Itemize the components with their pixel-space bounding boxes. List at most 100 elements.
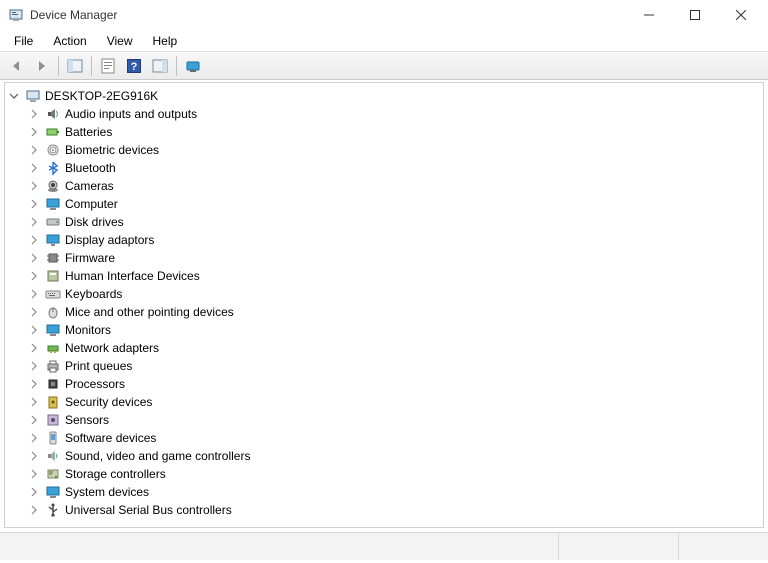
mouse-icon (45, 304, 61, 320)
chevron-right-icon[interactable] (29, 289, 39, 299)
chevron-right-icon[interactable] (29, 451, 39, 461)
tree-category-label: Audio inputs and outputs (65, 107, 197, 121)
tree-category-label: Disk drives (65, 215, 124, 229)
tree-category-label: Security devices (65, 395, 152, 409)
tree-category[interactable]: Network adapters (9, 339, 763, 357)
tree-category-label: Processors (65, 377, 125, 391)
tree-category-label: Bluetooth (65, 161, 116, 175)
tree-category-label: Batteries (65, 125, 112, 139)
tree-category[interactable]: Print queues (9, 357, 763, 375)
software-icon (45, 430, 61, 446)
tree-category[interactable]: Biometric devices (9, 141, 763, 159)
tree-category-label: Mice and other pointing devices (65, 305, 234, 319)
tree-category-label: Computer (65, 197, 118, 211)
tree-category[interactable]: Storage controllers (9, 465, 763, 483)
tree-category[interactable]: Monitors (9, 321, 763, 339)
menu-action[interactable]: Action (43, 32, 96, 50)
tree-category-label: Software devices (65, 431, 156, 445)
chevron-right-icon[interactable] (29, 487, 39, 497)
tree-category[interactable]: Disk drives (9, 213, 763, 231)
close-button[interactable] (718, 0, 764, 30)
tree-category[interactable]: Audio inputs and outputs (9, 105, 763, 123)
tree-category[interactable]: Universal Serial Bus controllers (9, 501, 763, 519)
properties-button[interactable] (96, 54, 120, 78)
chevron-right-icon[interactable] (29, 127, 39, 137)
tree-category[interactable]: Display adaptors (9, 231, 763, 249)
sound-icon (45, 448, 61, 464)
tree-category[interactable]: Firmware (9, 249, 763, 267)
chevron-right-icon[interactable] (29, 145, 39, 155)
chevron-right-icon[interactable] (29, 307, 39, 317)
toolbar: ? (0, 52, 768, 80)
menu-view[interactable]: View (97, 32, 143, 50)
tree-category[interactable]: Keyboards (9, 285, 763, 303)
chevron-right-icon[interactable] (29, 343, 39, 353)
chevron-right-icon[interactable] (29, 433, 39, 443)
show-hide-action-button[interactable] (148, 54, 172, 78)
tree-category-label: Human Interface Devices (65, 269, 200, 283)
chevron-right-icon[interactable] (29, 181, 39, 191)
tree-category-label: Network adapters (65, 341, 159, 355)
tree-category-label: Sensors (65, 413, 109, 427)
tree-category[interactable]: Cameras (9, 177, 763, 195)
tree-category-label: Cameras (65, 179, 114, 193)
menu-file[interactable]: File (4, 32, 43, 50)
tree-category[interactable]: Sensors (9, 411, 763, 429)
chevron-right-icon[interactable] (29, 199, 39, 209)
app-icon (8, 7, 24, 23)
hid-icon (45, 268, 61, 284)
tree-category-label: Print queues (65, 359, 132, 373)
computer-icon (45, 196, 61, 212)
maximize-button[interactable] (672, 0, 718, 30)
show-hide-tree-button[interactable] (63, 54, 87, 78)
tree-category-label: Monitors (65, 323, 111, 337)
tree-category-label: Firmware (65, 251, 115, 265)
chevron-right-icon[interactable] (29, 235, 39, 245)
chevron-right-icon[interactable] (29, 253, 39, 263)
display-icon (45, 232, 61, 248)
tree-category[interactable]: Processors (9, 375, 763, 393)
minimize-button[interactable] (626, 0, 672, 30)
chevron-right-icon[interactable] (29, 217, 39, 227)
titlebar: Device Manager (0, 0, 768, 30)
chevron-right-icon[interactable] (29, 361, 39, 371)
back-button[interactable] (4, 54, 28, 78)
tree-category[interactable]: Security devices (9, 393, 763, 411)
battery-icon (45, 124, 61, 140)
device-tree[interactable]: DESKTOP-2EG916K Audio inputs and outputs… (4, 82, 764, 528)
chevron-right-icon[interactable] (29, 271, 39, 281)
tree-category[interactable]: Software devices (9, 429, 763, 447)
chevron-right-icon[interactable] (29, 109, 39, 119)
tree-category-label: Sound, video and game controllers (65, 449, 250, 463)
chevron-right-icon[interactable] (29, 469, 39, 479)
monitor-icon (45, 322, 61, 338)
chevron-down-icon[interactable] (9, 91, 19, 101)
speaker-icon (45, 106, 61, 122)
tree-category[interactable]: Computer (9, 195, 763, 213)
fingerprint-icon (45, 142, 61, 158)
tree-category-label: Universal Serial Bus controllers (65, 503, 232, 517)
chevron-right-icon[interactable] (29, 325, 39, 335)
tree-category[interactable]: System devices (9, 483, 763, 501)
tree-category[interactable]: Mice and other pointing devices (9, 303, 763, 321)
storage-icon (45, 466, 61, 482)
chevron-right-icon[interactable] (29, 397, 39, 407)
chip-icon (45, 250, 61, 266)
window-title: Device Manager (30, 8, 626, 22)
chevron-right-icon[interactable] (29, 415, 39, 425)
forward-button[interactable] (30, 54, 54, 78)
chevron-right-icon[interactable] (29, 505, 39, 515)
chevron-right-icon[interactable] (29, 379, 39, 389)
tree-root[interactable]: DESKTOP-2EG916K (9, 87, 763, 105)
window-controls (626, 0, 764, 30)
tree-category[interactable]: Bluetooth (9, 159, 763, 177)
tree-category[interactable]: Human Interface Devices (9, 267, 763, 285)
svg-text:?: ? (131, 61, 138, 73)
bluetooth-icon (45, 160, 61, 176)
menu-help[interactable]: Help (143, 32, 188, 50)
tree-category[interactable]: Sound, video and game controllers (9, 447, 763, 465)
help-button[interactable]: ? (122, 54, 146, 78)
scan-hardware-button[interactable] (181, 54, 205, 78)
tree-category[interactable]: Batteries (9, 123, 763, 141)
chevron-right-icon[interactable] (29, 163, 39, 173)
